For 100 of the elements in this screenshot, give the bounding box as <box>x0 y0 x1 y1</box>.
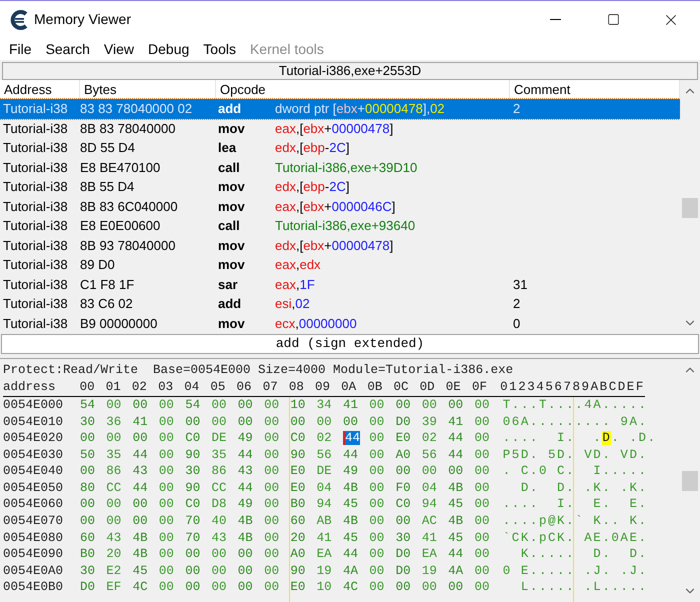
hex-byte[interactable]: 00 <box>80 497 96 512</box>
hex-byte[interactable]: 00 <box>396 580 411 594</box>
hex-byte[interactable]: 00 <box>474 464 490 478</box>
hex-byte[interactable]: C0 <box>185 431 200 446</box>
hex-byte[interactable]: 00 <box>369 564 384 578</box>
hex-byte[interactable]: 02 <box>422 431 437 446</box>
hex-byte[interactable]: 45 <box>448 497 464 512</box>
hex-byte[interactable]: 10 <box>290 398 306 412</box>
hex-byte[interactable]: D0 <box>396 547 411 562</box>
hex-byte[interactable]: 44 <box>342 431 360 446</box>
hex-byte[interactable]: E2 <box>106 564 122 578</box>
hex-byte[interactable]: 60 <box>80 530 96 545</box>
hex-byte[interactable]: 00 <box>132 431 148 446</box>
hex-byte[interactable]: 00 <box>369 514 384 528</box>
hex-byte[interactable]: 20 <box>290 530 306 545</box>
disassembly-row[interactable]: Tutorial-i38 89 D0 mov eax,edx <box>0 255 680 274</box>
hex-byte[interactable]: 00 <box>132 514 148 528</box>
hex-byte[interactable]: 56 <box>316 448 332 462</box>
hex-byte[interactable]: 00 <box>80 431 96 446</box>
hex-byte[interactable]: 4C <box>342 580 358 594</box>
hex-byte[interactable]: 00 <box>106 497 122 512</box>
hex-byte[interactable]: 00 <box>264 464 280 478</box>
hex-byte[interactable]: D0 <box>80 580 96 594</box>
hex-byte[interactable]: D8 <box>211 497 226 512</box>
hex-byte[interactable]: 00 <box>396 398 411 412</box>
hex-byte[interactable]: 00 <box>316 414 332 429</box>
hex-byte[interactable]: 00 <box>474 497 490 512</box>
hex-byte[interactable]: 45 <box>342 530 358 545</box>
hex-byte[interactable]: 41 <box>448 414 464 429</box>
hex-byte[interactable]: 90 <box>185 448 200 462</box>
hex-byte[interactable]: EA <box>422 547 437 562</box>
scrollbar-thumb[interactable] <box>682 198 698 218</box>
hex-byte[interactable]: 4A <box>448 564 464 578</box>
hex-byte[interactable]: 30 <box>80 414 96 429</box>
hex-byte[interactable]: E0 <box>290 464 306 478</box>
hex-byte[interactable]: 00 <box>474 480 490 495</box>
hex-byte[interactable]: 00 <box>158 431 174 446</box>
hex-byte[interactable]: 00 <box>185 564 200 578</box>
hex-byte[interactable]: 00 <box>185 414 200 429</box>
hex-byte[interactable]: C0 <box>290 431 306 446</box>
hex-byte[interactable]: 00 <box>369 431 384 446</box>
menu-item[interactable]: Debug <box>141 38 196 60</box>
hex-byte[interactable]: 43 <box>106 530 122 545</box>
hex-byte[interactable]: E0 <box>290 480 306 495</box>
hex-byte[interactable]: 86 <box>211 464 226 478</box>
hex-byte[interactable]: 35 <box>211 448 226 462</box>
hex-byte[interactable]: 00 <box>158 464 174 478</box>
hex-byte[interactable]: 00 <box>369 547 384 562</box>
disassembly-row[interactable]: Tutorial-i38 C1 F8 1F sar eax,1F 31 <box>0 274 680 294</box>
hex-byte[interactable]: 70 <box>185 530 200 545</box>
hex-byte[interactable]: 41 <box>422 530 437 545</box>
hex-byte[interactable]: 4B <box>132 547 148 562</box>
hex-byte[interactable]: 00 <box>158 398 174 412</box>
hex-byte[interactable]: 00 <box>422 464 437 478</box>
disassembly-row[interactable]: Tutorial-i38 8B 83 78040000 mov eax,[ebx+00000478] <box>0 118 680 138</box>
hex-byte[interactable]: 4A <box>342 564 358 578</box>
hex-byte[interactable]: 54 <box>185 398 200 412</box>
hex-byte[interactable]: 00 <box>158 530 174 545</box>
hex-byte[interactable]: 00 <box>264 414 280 429</box>
hex-byte[interactable]: 44 <box>342 448 358 462</box>
hex-byte[interactable]: 00 <box>422 580 437 594</box>
hex-byte[interactable]: 00 <box>238 564 253 578</box>
hex-byte[interactable]: 30 <box>185 464 200 478</box>
hex-byte[interactable]: B0 <box>80 547 96 562</box>
hex-byte[interactable]: 00 <box>474 530 490 545</box>
hex-byte[interactable]: 02 <box>316 431 332 446</box>
hex-byte[interactable]: 00 <box>158 414 174 429</box>
hex-byte[interactable]: 00 <box>369 530 384 545</box>
hex-byte[interactable]: 49 <box>238 431 253 446</box>
hex-byte[interactable]: 00 <box>185 547 200 562</box>
hex-byte[interactable]: 00 <box>474 564 490 578</box>
hex-byte[interactable]: 00 <box>211 398 226 412</box>
hex-byte[interactable]: 00 <box>238 547 253 562</box>
hex-byte[interactable]: 00 <box>474 414 490 429</box>
disassembly-row[interactable]: Tutorial-i38 8D 55 D4 lea edx,[ebp-2C] <box>0 138 680 158</box>
hex-byte[interactable]: 04 <box>422 480 437 495</box>
hex-byte[interactable]: 49 <box>238 497 253 512</box>
hex-byte[interactable]: 44 <box>132 448 148 462</box>
disassembly-row[interactable]: Tutorial-i38 E8 BE470100 call Tutorial-i386,exe+39D10 <box>0 158 680 177</box>
hex-byte[interactable]: 60 <box>290 514 306 528</box>
hex-byte[interactable]: 00 <box>474 431 490 446</box>
hex-byte[interactable]: 44 <box>448 547 464 562</box>
hex-byte[interactable]: 00 <box>369 480 384 495</box>
hex-byte[interactable]: 45 <box>342 497 358 512</box>
hex-byte[interactable]: 00 <box>369 448 384 462</box>
hex-byte[interactable]: 44 <box>238 480 253 495</box>
hex-byte[interactable]: CC <box>106 480 122 495</box>
menu-item[interactable]: Tools <box>196 38 243 60</box>
hex-byte[interactable]: 44 <box>448 448 464 462</box>
disassembly-row[interactable]: Tutorial-i38 B9 00000000 mov ecx,00000000 0 <box>0 314 680 333</box>
hex-byte[interactable]: B0 <box>290 497 306 512</box>
hex-byte[interactable]: 90 <box>290 448 306 462</box>
hex-byte[interactable]: 00 <box>474 398 490 412</box>
hex-byte[interactable]: 00 <box>264 448 280 462</box>
hex-byte[interactable]: 00 <box>448 398 464 412</box>
hex-byte[interactable]: 00 <box>211 580 226 594</box>
hex-byte[interactable]: 44 <box>342 547 358 562</box>
hex-byte[interactable]: EF <box>106 580 122 594</box>
menu-item[interactable]: Search <box>38 38 97 60</box>
hex-byte[interactable]: AB <box>316 514 332 528</box>
